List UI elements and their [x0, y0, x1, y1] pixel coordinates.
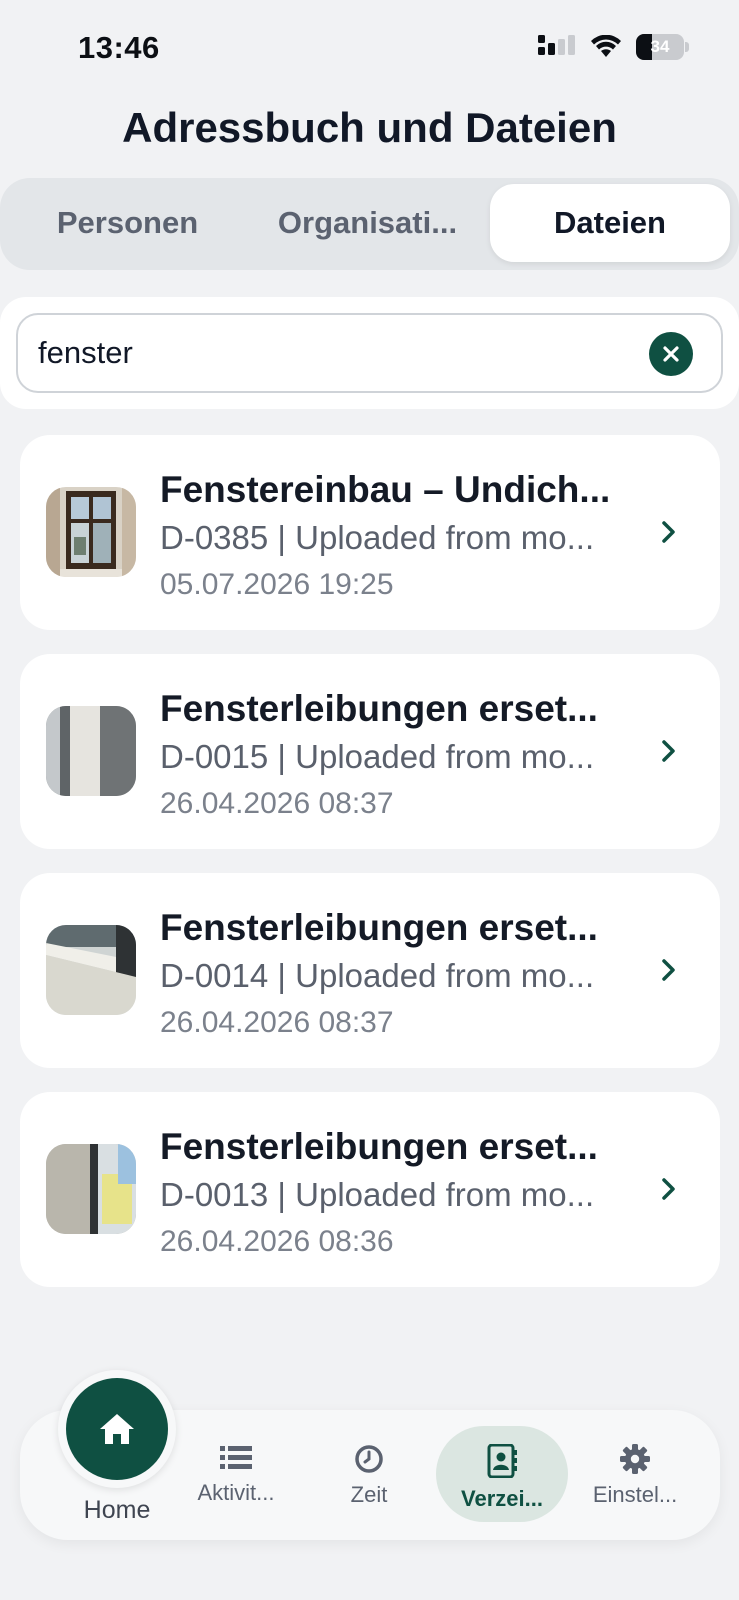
home-icon: [100, 1414, 134, 1444]
ceiling-photo-thumbnail: [46, 925, 136, 1015]
tab-personen[interactable]: Personen: [10, 184, 245, 262]
file-date: 26.04.2026 08:37: [160, 787, 394, 820]
file-list-item[interactable]: Fensterleibungen erset... D-0013 | Uploa…: [20, 1092, 720, 1287]
segmented-tabs: Personen Organisati... Dateien: [0, 178, 739, 270]
home-label: Home: [83, 1496, 151, 1524]
tab-dateien[interactable]: Dateien: [490, 184, 730, 262]
file-title: Fensterleibungen erset...: [160, 907, 598, 948]
clock-icon: [355, 1445, 383, 1473]
clear-search-button[interactable]: [649, 332, 693, 376]
gear-icon: [620, 1444, 650, 1474]
list-icon: [220, 1446, 252, 1469]
nav-item-zeit[interactable]: Zeit: [303, 1426, 435, 1522]
search-container: [0, 297, 739, 409]
file-date: 26.04.2026 08:36: [160, 1225, 394, 1258]
nav-item-aktivitaeten[interactable]: Aktivit...: [170, 1426, 302, 1522]
window-frame-photo-thumbnail: [46, 1144, 136, 1234]
chevron-right-icon: [662, 959, 675, 981]
file-title: Fensterleibungen erset...: [160, 688, 598, 729]
file-subtitle: D-0013 | Uploaded from mo...: [160, 1176, 595, 1213]
contacts-book-icon: [487, 1444, 517, 1478]
file-list-item[interactable]: Fensterleibungen erset... D-0014 | Uploa…: [20, 873, 720, 1068]
nav-item-verzeichnis[interactable]: Verzei...: [436, 1426, 568, 1522]
battery-icon: 34: [636, 34, 684, 60]
file-subtitle: D-0385 | Uploaded from mo...: [160, 519, 595, 556]
wall-photo-thumbnail: [46, 706, 136, 796]
home-button-inner: [66, 1378, 168, 1480]
file-subtitle: D-0014 | Uploaded from mo...: [160, 957, 595, 994]
file-thumbnail: [46, 487, 136, 577]
file-list-item[interactable]: Fensterleibungen erset... D-0015 | Uploa…: [20, 654, 720, 849]
nav-label: Zeit: [350, 1482, 388, 1507]
window-photo-thumbnail: [46, 487, 136, 577]
wifi-icon: [591, 35, 621, 57]
chevron-right-icon: [662, 521, 675, 543]
close-icon: [663, 346, 679, 362]
status-icons: 34: [538, 34, 689, 60]
nav-item-einstellungen[interactable]: Einstel...: [569, 1426, 701, 1522]
status-bar: 13:46 34: [0, 0, 739, 100]
chevron-right-icon: [662, 740, 675, 762]
file-thumbnail: [46, 706, 136, 796]
nav-label: Einstel...: [592, 1482, 678, 1507]
file-list-item[interactable]: Fenstereinbau – Undich... D-0385 | Uploa…: [20, 435, 720, 630]
cellular-signal-icon: [538, 35, 575, 55]
file-thumbnail: [46, 925, 136, 1015]
search-box: [16, 313, 723, 393]
file-subtitle: D-0015 | Uploaded from mo...: [160, 738, 595, 775]
file-title: Fensterleibungen erset...: [160, 1126, 598, 1167]
home-button[interactable]: [58, 1370, 176, 1488]
file-title: Fenstereinbau – Undich...: [160, 469, 611, 510]
file-thumbnail: [46, 1144, 136, 1234]
nav-label: Verzei...: [461, 1486, 543, 1511]
battery-percentage: 34: [650, 37, 670, 56]
file-date: 26.04.2026 08:37: [160, 1006, 394, 1039]
status-time: 13:46: [78, 30, 160, 65]
page-title: Adressbuch und Dateien: [122, 104, 617, 151]
file-date: 05.07.2026 19:25: [160, 568, 394, 601]
chevron-right-icon: [662, 1178, 675, 1200]
search-input[interactable]: [38, 315, 618, 391]
nav-label: Aktivit...: [197, 1480, 275, 1505]
tab-organisationen[interactable]: Organisati...: [250, 184, 485, 262]
